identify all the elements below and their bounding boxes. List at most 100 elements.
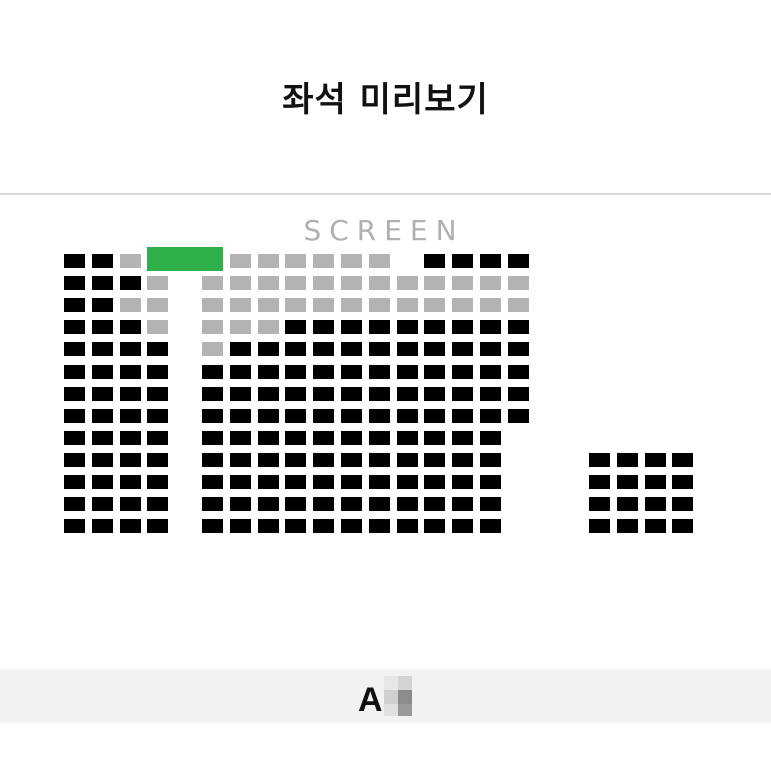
seat-left-r4-c4[interactable]	[147, 320, 169, 335]
seat-center-r2-c3[interactable]	[257, 276, 279, 291]
seat-center-r3-c3[interactable]	[257, 298, 279, 313]
seat-center-r9-c7	[368, 430, 390, 445]
seat-center-r2-c12[interactable]	[507, 276, 529, 291]
seat-center-r2-c11[interactable]	[480, 276, 501, 291]
seat-left-r9-c2	[91, 430, 113, 445]
seat-center-r1-c6[interactable]	[341, 254, 362, 268]
seat-center-r3-c2[interactable]	[229, 298, 251, 313]
seat-center-r6-c10	[452, 364, 474, 379]
seat-center-r4-c7	[368, 320, 390, 335]
seat-center-r8-c7	[368, 408, 390, 423]
seat-left-r11-c4	[147, 475, 169, 489]
seat-center-r3-c9[interactable]	[424, 298, 446, 313]
seat-center-r8-c10	[452, 408, 474, 423]
seat-center-r1-c5[interactable]	[313, 254, 335, 268]
seat-center-r9-c6	[341, 430, 362, 445]
seat-right-r13-c2	[616, 519, 638, 534]
seat-center-r10-c9	[424, 452, 446, 467]
seat-center-r3-c5[interactable]	[313, 298, 335, 313]
seat-center-r7-c1	[202, 386, 223, 401]
seat-center-r10-c11	[480, 452, 501, 467]
seat-left-r7-c1	[64, 386, 85, 401]
seat-right-r12-c3	[644, 497, 666, 512]
seat-center-r4-c9	[424, 320, 446, 335]
seat-center-r4-c3[interactable]	[257, 320, 279, 335]
seat-center-r5-c5	[313, 342, 335, 357]
seat-center-r3-c1[interactable]	[202, 298, 223, 313]
seat-left-r1-c4[interactable]	[147, 247, 223, 271]
seat-center-r9-c3	[257, 430, 279, 445]
seat-map	[0, 0, 771, 600]
seat-center-r2-c7[interactable]	[368, 276, 390, 291]
seat-center-r4-c1[interactable]	[202, 320, 223, 335]
seat-center-r13-c4	[285, 519, 307, 534]
seat-center-r3-c6[interactable]	[341, 298, 362, 313]
seat-left-r3-c4[interactable]	[147, 298, 169, 313]
seat-center-r9-c11	[480, 430, 501, 445]
seat-left-r2-c4[interactable]	[147, 276, 169, 291]
seat-center-r12-c6	[341, 497, 362, 512]
seat-center-r2-c10[interactable]	[452, 276, 474, 291]
seat-center-r2-c4[interactable]	[285, 276, 307, 291]
seat-center-r2-c1[interactable]	[202, 276, 223, 291]
seat-center-r11-c7	[368, 475, 390, 489]
seat-center-r3-c4[interactable]	[285, 298, 307, 313]
seat-center-r5-c3	[257, 342, 279, 357]
seat-center-r1-c3[interactable]	[257, 254, 279, 268]
seat-center-r6-c2	[229, 364, 251, 379]
seat-center-r9-c5	[313, 430, 335, 445]
seat-center-r3-c11[interactable]	[480, 298, 501, 313]
seat-center-r1-c11	[480, 254, 501, 268]
seat-center-r2-c6[interactable]	[341, 276, 362, 291]
seat-center-r4-c10	[452, 320, 474, 335]
seat-center-r4-c2[interactable]	[229, 320, 251, 335]
seat-center-r10-c3	[257, 452, 279, 467]
seat-center-r5-c1[interactable]	[202, 342, 223, 357]
seat-center-r4-c4	[285, 320, 307, 335]
seat-center-r5-c4	[285, 342, 307, 357]
seat-center-r12-c2	[229, 497, 251, 512]
seat-center-r6-c11	[480, 364, 501, 379]
seat-center-r2-c2[interactable]	[229, 276, 251, 291]
seat-center-r1-c10	[452, 254, 474, 268]
seat-left-r6-c2	[91, 364, 113, 379]
seat-center-r5-c8	[396, 342, 418, 357]
seat-center-r1-c2[interactable]	[229, 254, 251, 268]
seat-center-r3-c12[interactable]	[507, 298, 529, 313]
seat-center-r6-c4	[285, 364, 307, 379]
seat-center-r2-c8[interactable]	[396, 276, 418, 291]
seat-center-r12-c9	[424, 497, 446, 512]
seat-left-r2-c2	[91, 276, 113, 291]
seat-left-r1-c1	[64, 254, 85, 268]
seat-center-r5-c6	[341, 342, 362, 357]
seat-center-r13-c7	[368, 519, 390, 534]
seat-center-r2-c9[interactable]	[424, 276, 446, 291]
seat-center-r5-c11	[480, 342, 501, 357]
seat-center-r6-c5	[313, 364, 335, 379]
seat-left-r11-c1	[64, 475, 85, 489]
seat-center-r6-c7	[368, 364, 390, 379]
seat-right-r10-c2	[616, 452, 638, 467]
seat-center-r3-c7[interactable]	[368, 298, 390, 313]
seat-center-r2-c5[interactable]	[313, 276, 335, 291]
seat-center-r7-c5	[313, 386, 335, 401]
seat-center-r4-c8	[396, 320, 418, 335]
seat-center-r7-c7	[368, 386, 390, 401]
seat-center-r12-c7	[368, 497, 390, 512]
seat-center-r5-c2	[229, 342, 251, 357]
seat-center-r8-c1	[202, 408, 223, 423]
seat-center-r3-c8[interactable]	[396, 298, 418, 313]
seat-left-r5-c3	[119, 342, 141, 357]
seat-right-r12-c2	[616, 497, 638, 512]
seat-center-r12-c3	[257, 497, 279, 512]
seat-center-r1-c4[interactable]	[285, 254, 307, 268]
seat-center-r8-c6	[341, 408, 362, 423]
seat-left-r9-c3	[119, 430, 141, 445]
seat-center-r9-c10	[452, 430, 474, 445]
seat-left-r3-c3[interactable]	[119, 298, 141, 313]
seat-center-r9-c8	[396, 430, 418, 445]
seat-center-r1-c7[interactable]	[368, 254, 390, 268]
seat-center-r3-c10[interactable]	[452, 298, 474, 313]
seat-left-r1-c3[interactable]	[119, 254, 141, 268]
seat-center-r13-c6	[341, 519, 362, 534]
